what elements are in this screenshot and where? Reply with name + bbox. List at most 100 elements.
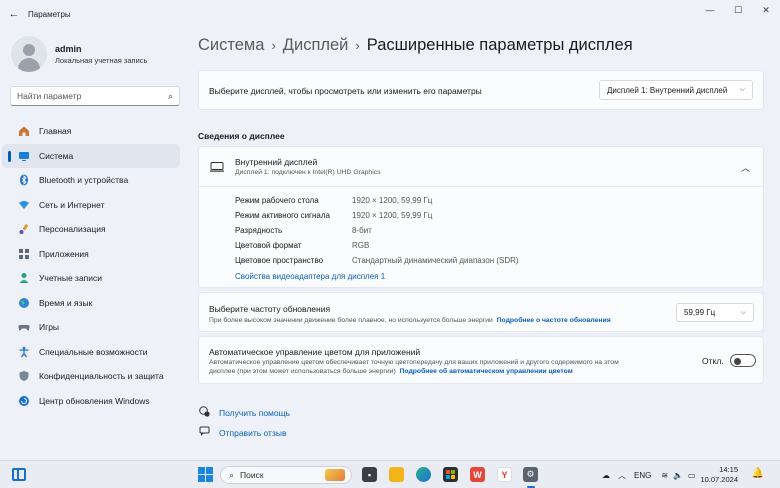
system-icon bbox=[18, 150, 30, 162]
widgets-icon[interactable] bbox=[12, 468, 26, 481]
sidebar-item-personalization[interactable]: Персонализация bbox=[2, 217, 180, 242]
battery-icon[interactable]: ▭ bbox=[688, 471, 696, 480]
breadcrumb: Система › Дисплей › Расширенные параметры ди… bbox=[198, 36, 633, 55]
globe-icon bbox=[18, 297, 30, 309]
sidebar-item-accounts[interactable]: Учетные записи bbox=[2, 266, 180, 291]
sidebar-item-windows-update[interactable]: Центр обновления Windows bbox=[2, 389, 180, 414]
clock-time: 14:15 bbox=[719, 465, 738, 474]
help-icon bbox=[198, 406, 210, 419]
color-management-link[interactable]: Подробнее об автоматическом управлении ц… bbox=[400, 368, 573, 375]
display-info-title: Сведения о дисплее bbox=[198, 131, 285, 141]
update-icon bbox=[18, 395, 30, 407]
vivaldi-icon[interactable]: W bbox=[470, 467, 485, 482]
breadcrumb-separator: › bbox=[271, 38, 276, 53]
detail-key: Режим рабочего стола bbox=[235, 196, 319, 205]
get-help-link[interactable]: Получить помощь bbox=[219, 408, 290, 418]
bluetooth-icon bbox=[18, 174, 30, 186]
detail-row: Цветовой формат RGB bbox=[235, 241, 369, 250]
network-icon bbox=[18, 199, 30, 211]
sidebar-item-home[interactable]: Главная bbox=[2, 119, 180, 144]
sidebar-item-bluetooth[interactable]: Bluetooth и устройства bbox=[2, 168, 180, 193]
accessibility-icon bbox=[18, 346, 30, 358]
search-box[interactable]: ⌕ bbox=[10, 86, 180, 106]
search-icon[interactable]: ⌕ bbox=[168, 91, 173, 102]
detail-row: Режим активного сигнала 1920 × 1200, 59,… bbox=[235, 211, 432, 220]
store-icon[interactable] bbox=[443, 467, 458, 482]
display-info-header[interactable]: Внутренний дисплей Дисплей 1: подключен … bbox=[199, 147, 763, 187]
search-input[interactable] bbox=[17, 91, 168, 101]
sidebar-item-label: Bluetooth и устройства bbox=[39, 175, 129, 186]
cloud-icon[interactable]: ☁ bbox=[602, 471, 610, 480]
breadcrumb-system[interactable]: Система bbox=[198, 36, 264, 54]
display-name: Внутренний дисплей bbox=[235, 157, 318, 167]
detail-key: Цветовое пространство bbox=[235, 256, 324, 265]
file-explorer-icon[interactable] bbox=[389, 467, 404, 482]
display-select-card: Выберите дисплей, чтобы просмотреть или … bbox=[198, 70, 764, 110]
get-help-row[interactable]: Получить помощь bbox=[198, 406, 290, 419]
chevron-down-icon: ⌵ bbox=[739, 86, 745, 93]
color-management-toggle[interactable] bbox=[730, 354, 756, 367]
display-dropdown-value: Дисплей 1: Внутренний дисплей bbox=[607, 85, 728, 95]
search-highlight-image bbox=[325, 469, 345, 481]
detail-key: Режим активного сигнала bbox=[235, 211, 330, 220]
sidebar-item-system[interactable]: Система bbox=[2, 143, 180, 168]
refresh-rate-title: Выберите частоту обновления bbox=[209, 304, 331, 314]
sidebar-item-label: Время и язык bbox=[39, 297, 93, 308]
feedback-link[interactable]: Отправить отзыв bbox=[219, 428, 286, 438]
color-management-card: Автоматическое управление цветом для при… bbox=[198, 336, 764, 384]
yandex-icon[interactable]: Y bbox=[497, 467, 512, 482]
breadcrumb-separator: › bbox=[355, 38, 360, 53]
detail-row: Режим рабочего стола 1920 × 1200, 59,99 … bbox=[235, 196, 432, 205]
detail-row: Цветовое пространство Стандартный динами… bbox=[235, 256, 519, 265]
page-title: Расширенные параметры дисплея bbox=[366, 36, 633, 54]
adapter-properties-link[interactable]: Свойства видеоадаптера для дисплея 1 bbox=[235, 272, 385, 281]
title-bar: ← Параметры bbox=[0, 0, 780, 28]
wifi-icon[interactable]: ≋ bbox=[661, 471, 668, 480]
display-info-card: Внутренний дисплей Дисплей 1: подключен … bbox=[198, 146, 764, 288]
back-button[interactable]: ← bbox=[0, 8, 28, 20]
sidebar-item-accessibility[interactable]: Специальные возможности bbox=[2, 340, 180, 365]
avatar bbox=[11, 36, 47, 72]
refresh-rate-value: 59,99 Гц bbox=[684, 308, 716, 317]
feedback-row[interactable]: Отправить отзыв bbox=[198, 426, 286, 439]
sidebar-item-network[interactable]: Сеть и Интернет bbox=[2, 193, 180, 218]
detail-value: 1920 × 1200, 59,99 Гц bbox=[352, 196, 433, 205]
sidebar-item-label: Система bbox=[39, 150, 74, 161]
language-indicator[interactable]: ENG bbox=[634, 471, 651, 480]
task-view-icon[interactable]: ▪ bbox=[362, 467, 377, 482]
sidebar-item-time-language[interactable]: Время и язык bbox=[2, 291, 180, 316]
sidebar-item-privacy[interactable]: Конфиденциальность и защита bbox=[2, 364, 180, 389]
chevron-down-icon: ⌵ bbox=[740, 308, 746, 316]
chevron-up-icon[interactable]: ︿ bbox=[618, 470, 626, 481]
clock[interactable]: 14:15 10.07.2024 bbox=[700, 465, 738, 485]
display-dropdown[interactable]: Дисплей 1: Внутренний дисплей ⌵ bbox=[599, 80, 753, 100]
refresh-rate-dropdown[interactable]: 59,99 Гц ⌵ bbox=[676, 303, 754, 322]
sidebar-item-gaming[interactable]: Игры bbox=[2, 315, 180, 340]
system-tray: ☁ ︿ ENG ≋ 🔈 ▭ bbox=[602, 461, 696, 488]
taskbar-search[interactable]: ⌕ Поиск bbox=[220, 466, 352, 484]
display-connection: Дисплей 1: подключен к Intel(R) UHD Grap… bbox=[235, 169, 381, 176]
sidebar-item-label: Главная bbox=[39, 126, 72, 137]
window-controls: — ☐ ✕ bbox=[696, 0, 780, 20]
chevron-up-icon[interactable]: ︿ bbox=[741, 161, 750, 174]
user-account-type: Локальная учетная запись bbox=[55, 55, 148, 65]
settings-icon[interactable]: ⚙ bbox=[523, 467, 538, 488]
edge-icon[interactable] bbox=[416, 467, 431, 482]
sidebar-item-label: Центр обновления Windows bbox=[39, 395, 150, 406]
minimize-button[interactable]: — bbox=[696, 0, 724, 20]
maximize-button[interactable]: ☐ bbox=[724, 0, 752, 20]
notifications-icon[interactable]: 🔔 bbox=[752, 468, 764, 479]
sidebar-item-label: Учетные записи bbox=[39, 273, 103, 284]
home-icon bbox=[18, 125, 30, 137]
user-profile[interactable]: admin Локальная учетная запись bbox=[11, 36, 147, 72]
start-button[interactable] bbox=[198, 467, 213, 482]
sidebar-item-label: Персонализация bbox=[39, 224, 106, 235]
search-icon: ⌕ bbox=[229, 469, 235, 480]
sidebar-item-label: Игры bbox=[39, 322, 60, 333]
accounts-icon bbox=[18, 272, 30, 284]
close-button[interactable]: ✕ bbox=[752, 0, 780, 20]
sidebar-item-apps[interactable]: Приложения bbox=[2, 242, 180, 267]
volume-icon[interactable]: 🔈 bbox=[673, 471, 683, 480]
refresh-rate-link[interactable]: Подробнее о частоте обновления bbox=[497, 317, 611, 324]
breadcrumb-display[interactable]: Дисплей bbox=[283, 36, 349, 54]
